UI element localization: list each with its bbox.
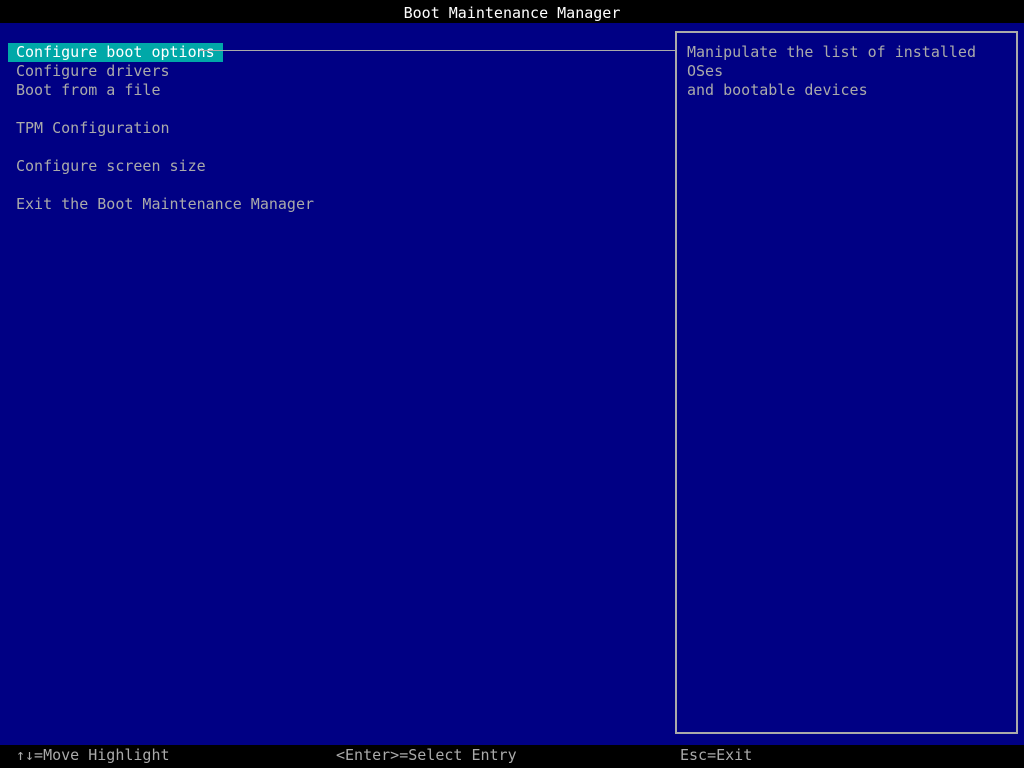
menu-item-configure-boot-options[interactable]: Configure boot options (8, 43, 223, 62)
menu-item-exit-boot-maintenance-manager[interactable]: Exit the Boot Maintenance Manager (8, 195, 322, 214)
menu-item-tpm-configuration[interactable]: TPM Configuration (8, 119, 178, 138)
exit-hint: Esc=Exit (680, 746, 753, 764)
select-entry-hint: <Enter>=Select Entry (336, 746, 517, 764)
move-highlight-hint: ↑↓=Move Highlight (16, 746, 170, 764)
highlight-connector-line (200, 50, 676, 51)
footer-bar: ↑↓=Move Highlight <Enter>=Select Entry E… (0, 745, 1024, 768)
page-title: Boot Maintenance Manager (403, 4, 621, 22)
main-panel: Configure boot options Configure drivers… (0, 23, 1024, 745)
menu-item-configure-screen-size[interactable]: Configure screen size (8, 157, 214, 176)
title-bar: Boot Maintenance Manager (0, 0, 1024, 23)
menu-item-boot-from-file[interactable]: Boot from a file (8, 81, 169, 100)
help-panel: Manipulate the list of installed OSes an… (675, 31, 1018, 734)
help-text: Manipulate the list of installed OSes an… (687, 43, 976, 99)
menu-item-configure-drivers[interactable]: Configure drivers (8, 62, 178, 81)
